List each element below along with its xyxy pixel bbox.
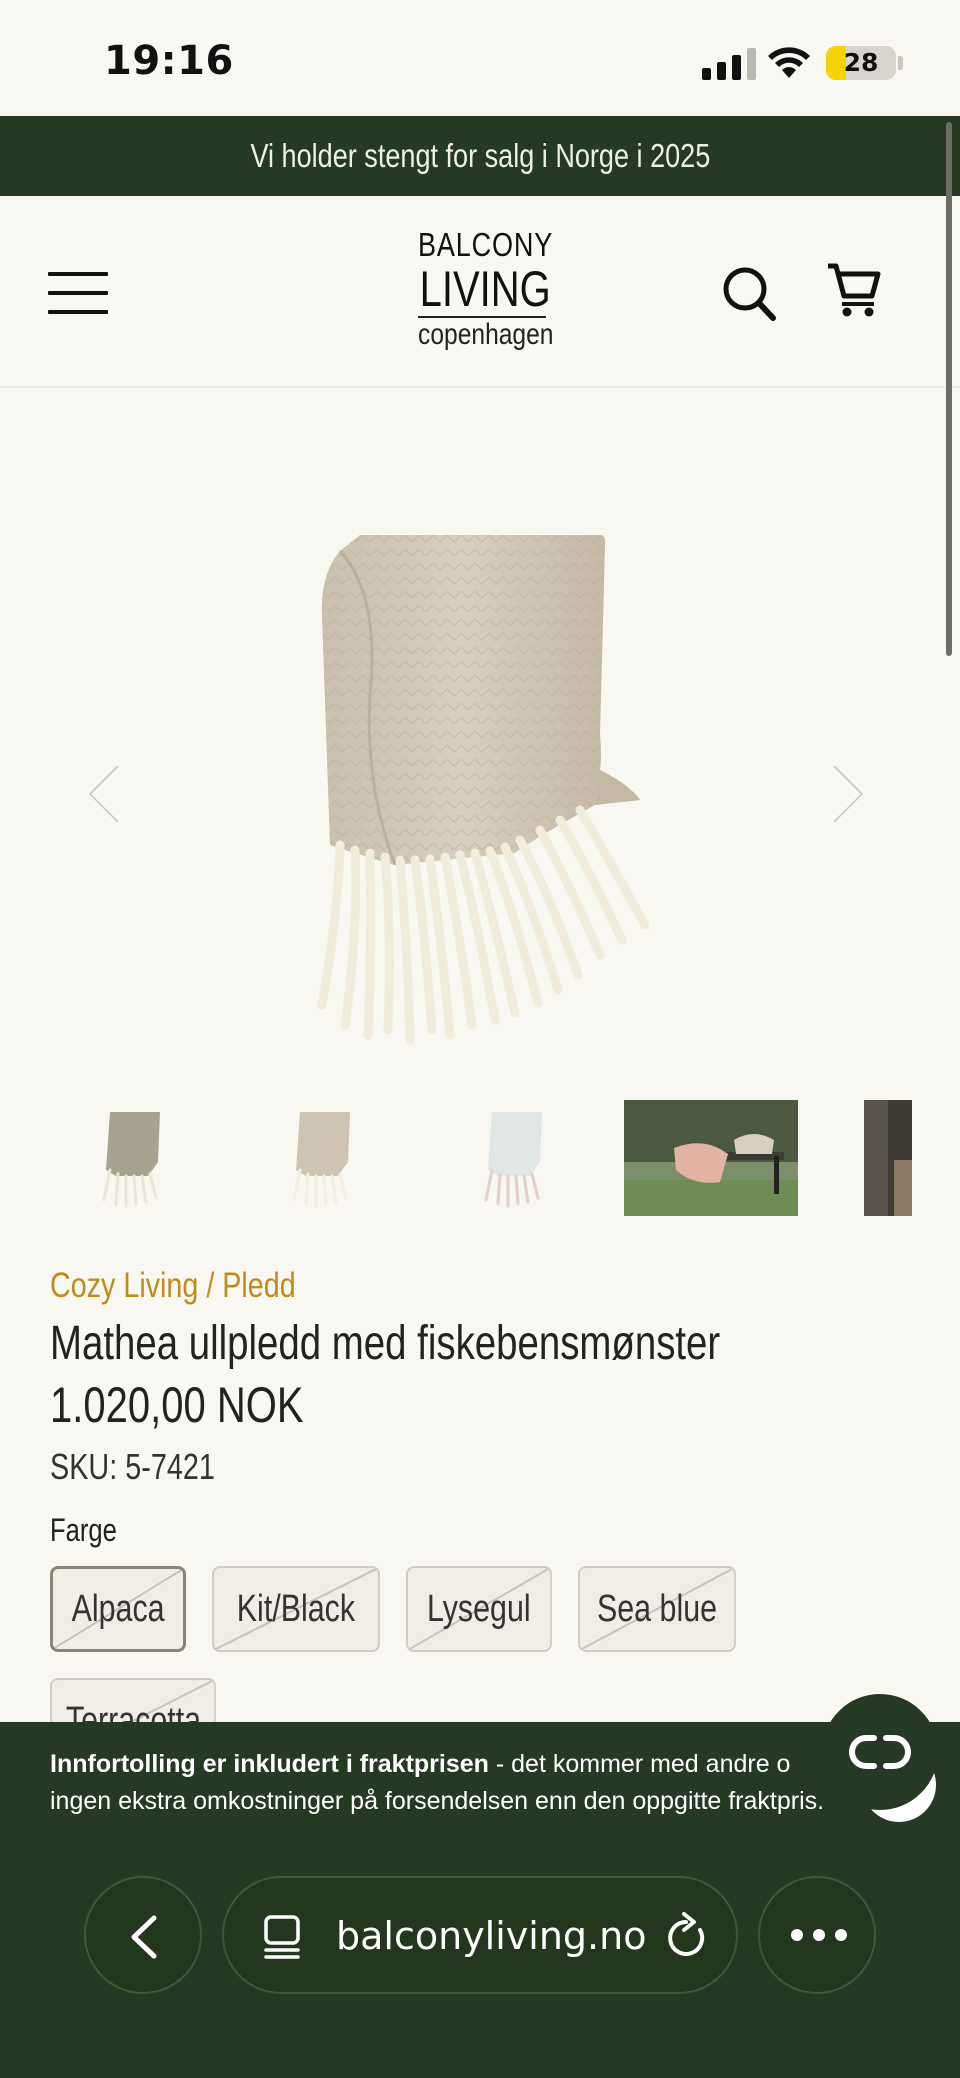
gallery-prev-icon[interactable] bbox=[86, 762, 122, 826]
announcement-text: Vi holder stengt for salg i Norge i 2025 bbox=[250, 137, 710, 174]
search-icon[interactable] bbox=[722, 266, 776, 322]
announcement-bar: Vi holder stengt for salg i Norge i 2025 bbox=[0, 116, 960, 196]
reload-icon[interactable] bbox=[664, 1912, 710, 1962]
chevron-left-icon bbox=[131, 1915, 157, 1959]
chat-icon bbox=[849, 1735, 911, 1769]
thumbnail-strip bbox=[0, 1100, 960, 1218]
color-option-label: Sea blue bbox=[596, 1587, 717, 1630]
product-price: 1.020,00 NOK bbox=[50, 1377, 304, 1433]
color-label: Farge bbox=[50, 1512, 117, 1548]
shipping-notice-text: Innfortolling er inkludert i fraktprisen… bbox=[50, 1746, 890, 1820]
cart-icon[interactable] bbox=[826, 262, 882, 318]
logo-line3: copenhagen bbox=[418, 316, 554, 351]
site-header: BALCONY LIVING copenhagen bbox=[0, 196, 960, 388]
more-icon bbox=[791, 1929, 847, 1941]
product-title: Mathea ullpledd med fiskebensmønster bbox=[50, 1317, 721, 1370]
logo-line1: BALCONY bbox=[418, 226, 554, 263]
status-bar: 19:16 28 bbox=[0, 0, 960, 116]
thumbnail-5[interactable] bbox=[864, 1100, 912, 1216]
color-option-alpaca[interactable]: Alpaca bbox=[50, 1566, 186, 1652]
logo[interactable]: BALCONY LIVING copenhagen bbox=[404, 226, 560, 352]
shipping-notice-bold: Innfortolling er inkludert i fraktprisen bbox=[50, 1750, 489, 1778]
browser-more-button[interactable] bbox=[758, 1876, 876, 1994]
shipping-notice: Innfortolling er inkludert i fraktprisen… bbox=[0, 1722, 960, 2078]
color-option-label: Kit/Black bbox=[236, 1587, 356, 1630]
color-option-lysegul[interactable]: Lysegul bbox=[406, 1566, 552, 1652]
color-option-label: Lysegul bbox=[427, 1587, 531, 1630]
battery-percent: 28 bbox=[843, 48, 879, 77]
chat-button[interactable] bbox=[822, 1694, 938, 1810]
wifi-icon bbox=[768, 47, 810, 78]
thumbnail-1[interactable] bbox=[96, 1100, 176, 1216]
logo-line2: LIVING bbox=[419, 261, 551, 317]
thumbnail-3[interactable] bbox=[478, 1100, 558, 1216]
product-sku: SKU: 5-7421 bbox=[50, 1446, 215, 1487]
menu-icon[interactable] bbox=[48, 272, 108, 316]
shipping-notice-rest: - det kommer med andre o bbox=[488, 1750, 791, 1778]
thumbnail-4[interactable] bbox=[624, 1100, 798, 1216]
thumbnail-2[interactable] bbox=[286, 1100, 366, 1216]
browser-back-button[interactable] bbox=[84, 1876, 202, 1994]
breadcrumb[interactable]: Cozy Living / Pledd bbox=[50, 1266, 296, 1306]
color-option-kit-black[interactable]: Kit/Black bbox=[212, 1566, 380, 1652]
shipping-notice-line2: ingen ekstra omkostninger på forsendelse… bbox=[50, 1787, 825, 1815]
product-image bbox=[317, 535, 650, 1045]
signal-icon bbox=[702, 46, 756, 80]
tabs-icon bbox=[264, 1915, 300, 1959]
gallery-next-icon[interactable] bbox=[830, 762, 866, 826]
color-option-sea-blue[interactable]: Sea blue bbox=[578, 1566, 736, 1652]
browser-url-text: balconyliving.no bbox=[336, 1914, 647, 1958]
browser-url-bar[interactable]: balconyliving.no bbox=[222, 1876, 738, 1994]
color-option-label: Alpaca bbox=[71, 1587, 165, 1630]
product-gallery bbox=[0, 390, 960, 1090]
status-time: 19:16 bbox=[104, 38, 234, 84]
battery-icon: 28 bbox=[826, 46, 896, 80]
